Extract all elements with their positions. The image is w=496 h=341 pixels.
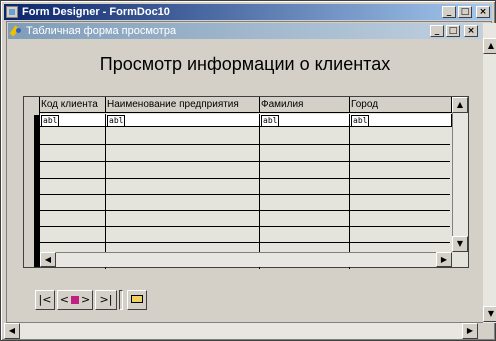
column-header-company[interactable]: Наименование предприятия (106, 97, 260, 113)
row-divider (40, 178, 450, 179)
scroll-down-icon[interactable]: ▼ (483, 306, 496, 322)
field-surname[interactable]: abl (260, 114, 350, 127)
row-divider (40, 194, 450, 195)
column-header-code[interactable]: Код клиента (40, 97, 106, 113)
row-divider (40, 161, 450, 162)
row-divider (40, 210, 450, 211)
row-divider (40, 242, 450, 243)
row-divider (40, 144, 450, 145)
column-header-city[interactable]: Город (350, 97, 452, 113)
data-grid[interactable]: Код клиента Наименование предприятия Фам… (23, 96, 469, 269)
app-icon (6, 6, 18, 18)
window-title: Form Designer - FormDoc10 (22, 6, 170, 18)
child-minimize-button[interactable]: _ (430, 25, 444, 37)
window-horizontal-scrollbar[interactable]: ◀ ▶ (4, 323, 478, 339)
scroll-up-icon[interactable]: ▲ (483, 38, 496, 54)
form-doc-icon (10, 25, 22, 37)
record-navigator: |< < > >| (35, 290, 155, 312)
prev-next-button[interactable]: < > (57, 290, 93, 310)
field-code[interactable]: abl (40, 114, 106, 127)
new-record-icon (131, 295, 143, 303)
child-vertical-scrollbar[interactable]: ▲ ▼ (483, 23, 496, 323)
row-divider (40, 226, 450, 227)
child-titlebar[interactable]: Табличная форма просмотра _ □ × (8, 23, 482, 39)
child-title: Табличная форма просмотра (26, 25, 177, 37)
close-button[interactable]: × (476, 6, 490, 18)
field-company[interactable]: abl (106, 114, 260, 127)
scroll-up-icon[interactable]: ▲ (452, 97, 468, 113)
separator (119, 290, 123, 310)
scroll-right-icon[interactable]: ▶ (462, 323, 478, 339)
column-header-surname[interactable]: Фамилия (260, 97, 350, 113)
next-label: > (81, 293, 91, 306)
scroll-left-icon[interactable]: ◀ (40, 252, 56, 267)
textbox-icon: abl (107, 115, 126, 127)
child-close-button[interactable]: × (464, 25, 478, 37)
grid-vertical-scrollbar[interactable]: ▲ ▼ (452, 97, 468, 252)
column-divider (105, 127, 106, 269)
window-titlebar[interactable]: Form Designer - FormDoc10 _ □ × (4, 4, 492, 20)
form-designer-window: Form Designer - FormDoc10 _ □ × Таблична… (0, 0, 496, 341)
new-record-button[interactable] (127, 290, 147, 310)
first-record-button[interactable]: |< (35, 290, 55, 310)
field-city[interactable]: abl (350, 114, 452, 127)
textbox-icon: abl (261, 115, 280, 127)
row-selector[interactable] (24, 97, 40, 267)
row-selector-bar (34, 115, 39, 267)
scroll-left-icon[interactable]: ◀ (4, 323, 20, 339)
column-divider (349, 127, 350, 269)
scroll-right-icon[interactable]: ▶ (436, 252, 452, 267)
record-marker-icon (71, 296, 79, 304)
child-maximize-button[interactable]: □ (446, 25, 460, 37)
scroll-down-icon[interactable]: ▼ (452, 236, 468, 252)
textbox-icon: abl (351, 115, 370, 127)
prev-label: < (59, 293, 69, 306)
form-heading: Просмотр информации о клиентах (99, 54, 391, 74)
column-divider (259, 127, 260, 269)
maximize-button[interactable]: □ (458, 6, 472, 18)
last-record-button[interactable]: >| (95, 290, 117, 310)
child-window: Табличная форма просмотра _ □ × Просмотр… (6, 21, 496, 323)
textbox-icon: abl (41, 115, 60, 127)
grid-horizontal-scrollbar[interactable]: ◀ ▶ (40, 252, 452, 267)
minimize-button[interactable]: _ (442, 6, 456, 18)
